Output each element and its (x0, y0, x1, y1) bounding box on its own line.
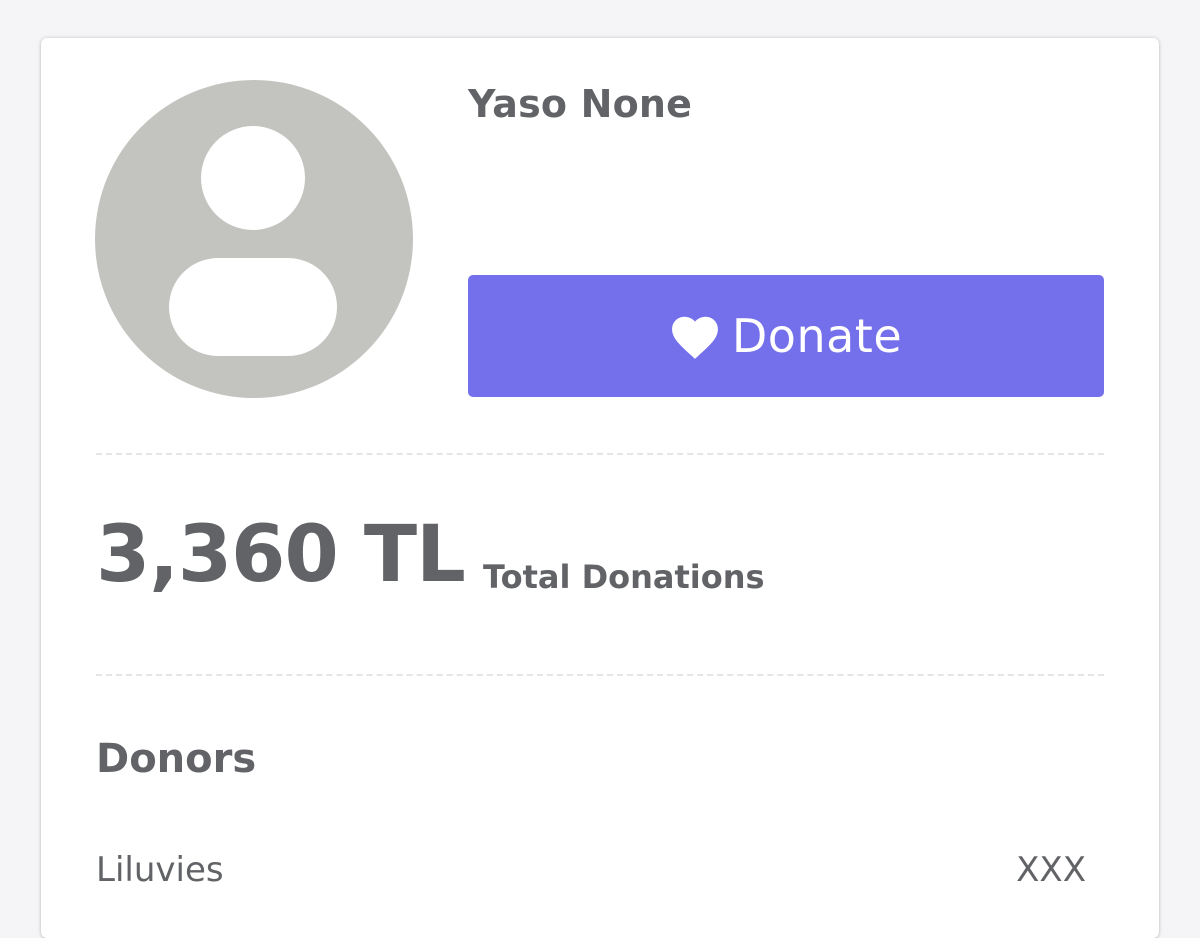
divider (96, 453, 1104, 455)
list-item: Liluvies XXX (96, 850, 1086, 890)
avatar (95, 80, 413, 398)
donor-name: Liluvies (96, 850, 224, 890)
donate-button-label: Donate (731, 309, 903, 363)
donors-title: Donors (96, 736, 257, 782)
total-donations-amount: 3,360 TL (96, 510, 466, 600)
donor-amount: XXX (1016, 850, 1086, 890)
user-icon (169, 126, 337, 356)
total-donations-label: Total Donations (483, 558, 765, 596)
profile-name: Yaso None (468, 82, 693, 126)
heart-icon (671, 316, 718, 359)
donation-card: Yaso None Donate 3,360 TL Total Donation… (41, 38, 1159, 938)
donate-button[interactable]: Donate (468, 275, 1104, 397)
divider (96, 674, 1104, 676)
